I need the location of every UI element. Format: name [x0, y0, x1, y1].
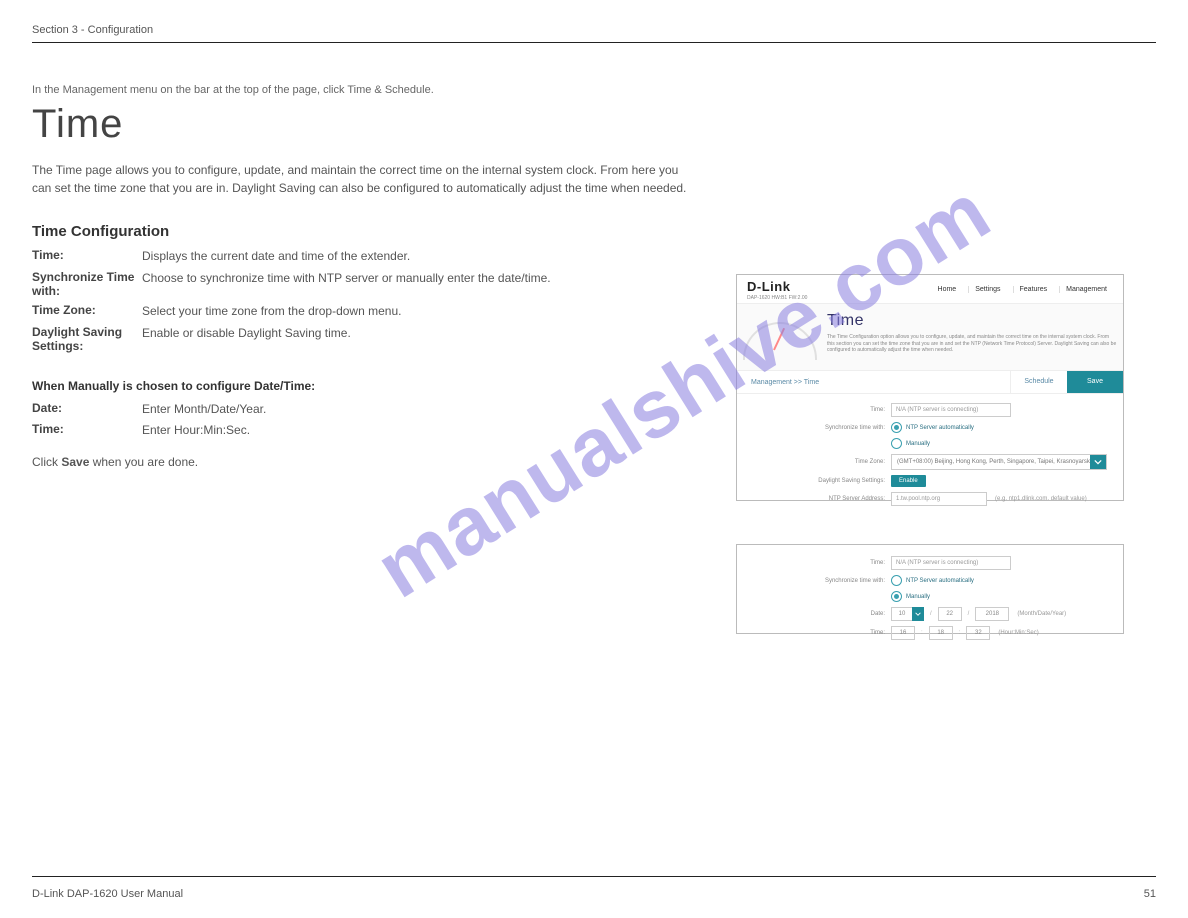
- s1-tz-label: Time Zone:: [747, 459, 891, 465]
- s1-ntp-label: NTP Server Address:: [747, 496, 891, 502]
- radio-ntp-auto[interactable]: [891, 422, 902, 433]
- s2-time2-label: Time:: [747, 630, 891, 636]
- save-note: Click Save when you are done.: [32, 455, 712, 469]
- field-timezone-label: Time Zone:: [32, 303, 142, 320]
- nav-features[interactable]: Features: [1013, 286, 1054, 293]
- ntp-server-input[interactable]: 1.tw.pool.ntp.org: [891, 492, 987, 506]
- nav-management[interactable]: Management: [1059, 286, 1113, 293]
- date-sep: /: [928, 611, 934, 617]
- s1-time-label: Time:: [747, 407, 891, 413]
- hero-title: Time: [827, 312, 1117, 330]
- field-time2: Time: Enter Hour:Min:Sec.: [32, 422, 712, 439]
- brand-subtext: DAP-1620 HW:B1 FW:2.00: [747, 295, 807, 301]
- s2-date-label: Date:: [747, 611, 891, 617]
- breadcrumb-row: Management >> Time Schedule Save: [737, 371, 1123, 394]
- section-nav-text: In the Management menu on the bar at the…: [32, 84, 712, 96]
- year-input[interactable]: 2018: [975, 607, 1009, 621]
- brand-logo: D-Link: [747, 279, 790, 294]
- schedule-button[interactable]: Schedule: [1010, 371, 1067, 393]
- second-input[interactable]: 32: [966, 626, 990, 640]
- s2-radio-ntp-auto[interactable]: [891, 575, 902, 586]
- breadcrumb: Management >> Time: [737, 379, 1010, 386]
- time-hint: (Hour:Min:Sec): [998, 630, 1038, 636]
- footer-divider: [32, 876, 1156, 878]
- screenshot-manual-time: Time: N/A (NTP server is connecting) Syn…: [736, 544, 1124, 634]
- ntp-server-hint: (e.g. ntp1.dlink.com. default value): [995, 496, 1087, 502]
- field-time2-label: Time:: [32, 422, 142, 439]
- field-sync: Synchronize Time with: Choose to synchro…: [32, 270, 712, 298]
- s2-time-label: Time:: [747, 560, 891, 566]
- timezone-select[interactable]: (GMT+08:00) Beijing, Hong Kong, Perth, S…: [891, 454, 1107, 470]
- radio-manual[interactable]: [891, 438, 902, 449]
- footer-page-number: 51: [1144, 888, 1156, 900]
- radio-ntp-auto-label: NTP Server automatically: [906, 425, 974, 431]
- month-select[interactable]: 10: [891, 607, 924, 621]
- save-note-bold: Save: [61, 455, 89, 469]
- header-divider: [32, 42, 1156, 44]
- field-time2-desc: Enter Hour:Min:Sec.: [142, 422, 682, 439]
- header-left-text: Section 3 - Configuration: [32, 24, 153, 36]
- field-time-label: Time:: [32, 248, 142, 265]
- field-timezone-desc: Select your time zone from the drop-down…: [142, 303, 682, 320]
- page-title: Time: [32, 102, 712, 147]
- field-sync-desc: Choose to synchronize time with NTP serv…: [142, 270, 682, 298]
- s1-sync-label: Synchronize time with:: [747, 425, 891, 431]
- field-sync-label: Synchronize Time with:: [32, 270, 142, 298]
- time-sep: :: [919, 630, 925, 636]
- minute-input[interactable]: 18: [929, 626, 953, 640]
- s2-radio-manual[interactable]: [891, 591, 902, 602]
- radio-manual-label: Manually: [906, 441, 930, 447]
- day-input[interactable]: 22: [938, 607, 962, 621]
- intro-paragraph: The Time page allows you to configure, u…: [32, 161, 692, 197]
- footer-left: D-Link DAP-1620 User Manual: [32, 888, 183, 900]
- save-note-post: when you are done.: [93, 455, 198, 469]
- field-timezone: Time Zone: Select your time zone from th…: [32, 303, 712, 320]
- field-date-label: Date:: [32, 401, 142, 418]
- field-date-desc: Enter Month/Date/Year.: [142, 401, 682, 418]
- nav-settings[interactable]: Settings: [968, 286, 1006, 293]
- nav-home[interactable]: Home: [932, 286, 963, 293]
- field-time: Time: Displays the current date and time…: [32, 248, 712, 265]
- s2-time-display: N/A (NTP server is connecting): [891, 556, 1011, 570]
- field-dst: Daylight Saving Settings: Enable or disa…: [32, 325, 712, 353]
- s1-time-display: N/A (NTP server is connecting): [891, 403, 1011, 417]
- s1-dst-label: Daylight Saving Settings:: [747, 478, 891, 484]
- timezone-select-value: (GMT+08:00) Beijing, Hong Kong, Perth, S…: [892, 455, 1090, 469]
- manual-subheading: When Manually is chosen to configure Dat…: [32, 379, 712, 393]
- chevron-down-icon: [912, 607, 924, 621]
- field-date: Date: Enter Month/Date/Year.: [32, 401, 712, 418]
- save-note-pre: Click: [32, 455, 58, 469]
- time-sep2: :: [957, 630, 963, 636]
- chevron-down-icon: [1090, 455, 1106, 469]
- s2-sync-label: Synchronize time with:: [747, 578, 891, 584]
- dst-enable-button[interactable]: Enable: [891, 475, 926, 487]
- field-time-desc: Displays the current date and time of th…: [142, 248, 682, 265]
- shot1-hero: Time The Time Configuration option allow…: [737, 304, 1123, 371]
- time-config-heading: Time Configuration: [32, 223, 712, 240]
- s2-radio-ntp-auto-label: NTP Server automatically: [906, 578, 974, 584]
- save-button[interactable]: Save: [1067, 371, 1123, 393]
- screenshot-time-page: D-Link DAP-1620 HW:B1 FW:2.00 Home Setti…: [736, 274, 1124, 501]
- hour-input[interactable]: 16: [891, 626, 915, 640]
- date-sep2: /: [966, 611, 972, 617]
- hero-desc: The Time Configuration option allows you…: [827, 334, 1117, 354]
- field-dst-desc: Enable or disable Daylight Saving time.: [142, 325, 682, 353]
- month-value: 10: [891, 607, 912, 621]
- date-hint: (Month/Date/Year): [1017, 611, 1066, 617]
- shot1-topbar: D-Link DAP-1620 HW:B1 FW:2.00 Home Setti…: [737, 275, 1123, 304]
- field-dst-label: Daylight Saving Settings:: [32, 325, 142, 353]
- shot1-form: Time: N/A (NTP server is connecting) Syn…: [737, 394, 1123, 517]
- clock-gauge-icon: [737, 304, 825, 370]
- s2-radio-manual-label: Manually: [906, 594, 930, 600]
- top-nav: Home Settings Features Management: [932, 286, 1113, 293]
